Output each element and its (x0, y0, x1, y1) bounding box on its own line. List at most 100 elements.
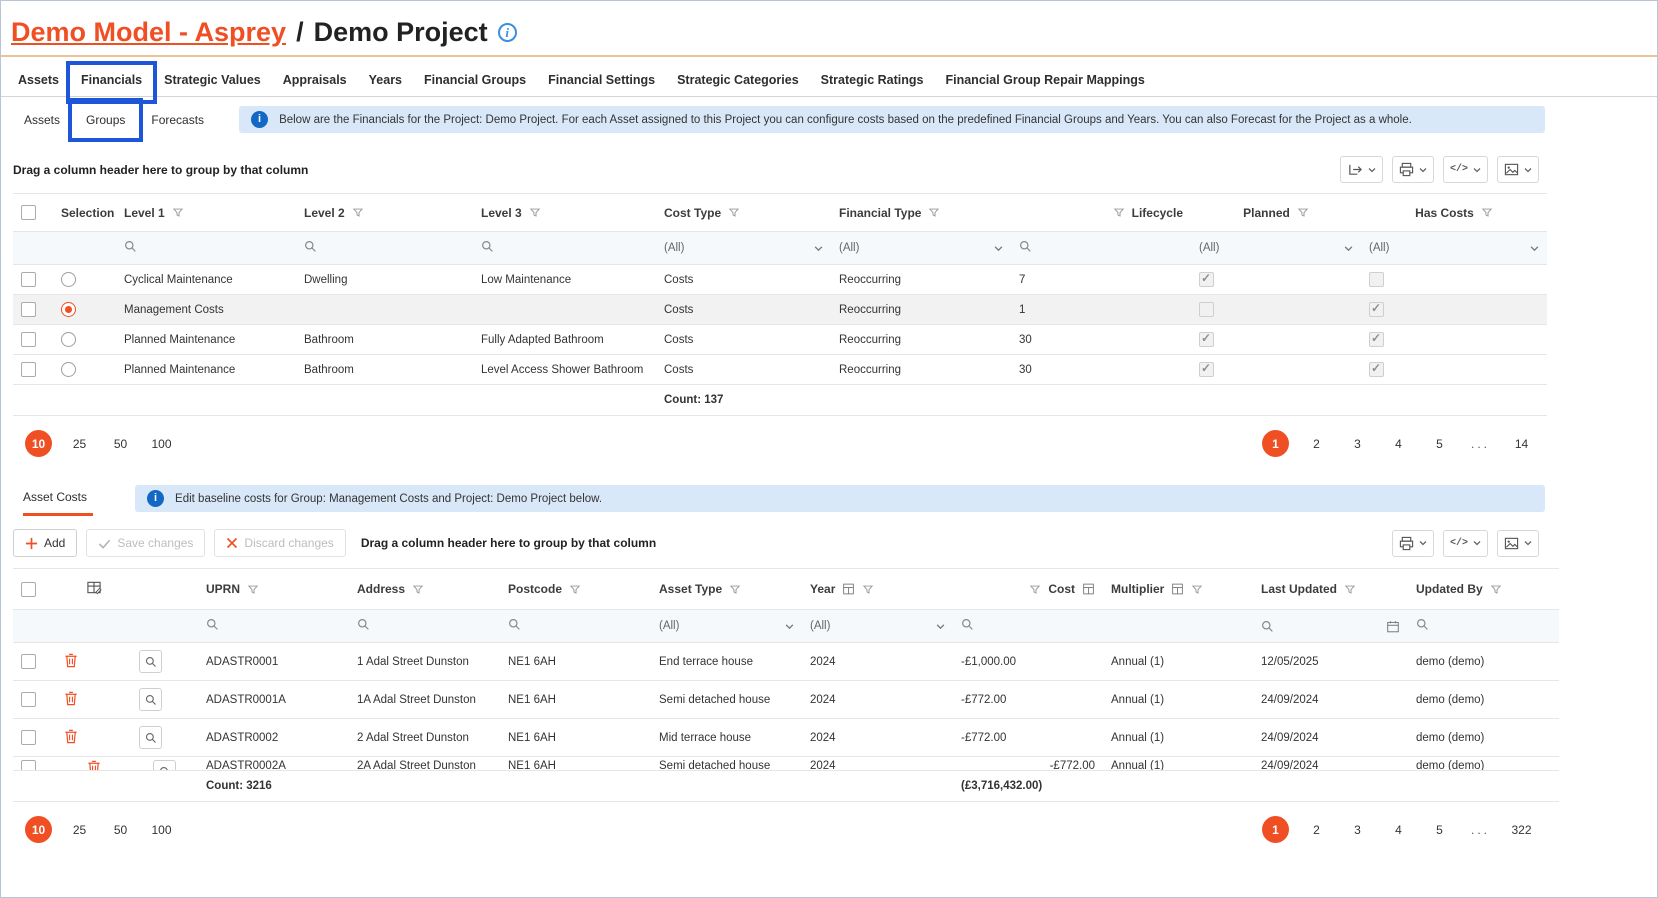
row-checkbox[interactable] (21, 272, 36, 287)
selection-radio[interactable] (61, 332, 76, 347)
tab-years[interactable]: Years (358, 67, 413, 96)
cell-cost[interactable]: -£772.00 (961, 757, 1095, 770)
row-checkbox[interactable] (21, 362, 36, 377)
print-button[interactable] (1392, 530, 1434, 557)
year-filter-select[interactable]: (All) (802, 610, 953, 643)
model-breadcrumb-link[interactable]: Demo Model - Asprey (11, 17, 286, 48)
page-number[interactable]: 3 (1344, 816, 1371, 843)
filter-icon[interactable] (172, 207, 184, 218)
filter-icon[interactable] (247, 584, 259, 595)
subtab-assets[interactable]: Assets (11, 107, 73, 133)
select-all-checkbox[interactable] (21, 205, 36, 220)
updated-by-filter-input[interactable] (1408, 610, 1559, 643)
filter-icon[interactable] (412, 584, 424, 595)
tab-financials[interactable]: Financials (70, 67, 153, 96)
batch-edit-grid-icon[interactable] (86, 580, 102, 595)
col-postcode[interactable]: Postcode (500, 569, 651, 610)
filter-icon[interactable] (569, 584, 581, 595)
row-detail-search-button[interactable] (153, 760, 176, 770)
col-updated-by[interactable]: Updated By (1408, 569, 1559, 610)
tab-appraisals[interactable]: Appraisals (272, 67, 358, 96)
project-info-icon[interactable] (498, 23, 517, 42)
cell-multiplier[interactable]: Annual (1) (1103, 719, 1253, 757)
level2-filter-input[interactable] (296, 232, 473, 265)
cell-cost[interactable]: -£772.00 (953, 719, 1103, 757)
tab-assets[interactable]: Assets (7, 67, 70, 96)
col-level2[interactable]: Level 2 (296, 194, 473, 232)
save-changes-button[interactable]: Save changes (86, 529, 205, 557)
planned-checkbox[interactable] (1199, 302, 1214, 317)
filter-icon[interactable] (728, 207, 740, 218)
page-number[interactable]: 4 (1385, 430, 1412, 457)
page-number[interactable]: 5 (1426, 816, 1453, 843)
export-data-button[interactable] (1340, 156, 1383, 183)
delete-row-button[interactable] (64, 729, 78, 744)
financial-type-filter-select[interactable]: (All) (831, 232, 1011, 265)
page-number[interactable]: 1 (1262, 816, 1289, 843)
page-number[interactable]: 2 (1303, 816, 1330, 843)
col-financial-type[interactable]: Financial Type (831, 194, 1011, 232)
col-asset-type[interactable]: Asset Type (651, 569, 802, 610)
row-checkbox[interactable] (21, 302, 36, 317)
page-size-10[interactable]: 10 (25, 816, 52, 843)
multiplier-filter-cell[interactable] (1103, 610, 1253, 643)
planned-filter-select[interactable]: (All) (1191, 232, 1361, 265)
cell-cost[interactable]: -£772.00 (953, 681, 1103, 719)
filter-icon[interactable] (1113, 207, 1125, 218)
page-size-25[interactable]: 25 (66, 816, 93, 843)
row-detail-search-button[interactable] (139, 688, 162, 711)
page-size-100[interactable]: 100 (148, 816, 175, 843)
asset-type-filter-select[interactable]: (All) (651, 610, 802, 643)
selection-radio[interactable] (61, 272, 76, 287)
filter-icon[interactable] (1481, 207, 1493, 218)
trash-icon[interactable] (87, 760, 101, 770)
page-number[interactable]: 3 (1344, 430, 1371, 457)
row-detail-search-button[interactable] (139, 726, 162, 749)
selection-radio[interactable] (61, 362, 76, 377)
has-costs-checkbox[interactable] (1369, 272, 1384, 287)
level3-filter-input[interactable] (473, 232, 656, 265)
print-button[interactable] (1392, 156, 1434, 183)
col-address[interactable]: Address (349, 569, 500, 610)
page-size-50[interactable]: 50 (107, 816, 134, 843)
level1-filter-input[interactable] (116, 232, 296, 265)
page-number-last[interactable]: 322 (1508, 816, 1535, 843)
tab-strategic-ratings[interactable]: Strategic Ratings (810, 67, 935, 96)
tab-asset-costs[interactable]: Asset Costs (23, 485, 93, 516)
col-cost-type[interactable]: Cost Type (656, 194, 831, 232)
export-code-button[interactable]: </> (1443, 530, 1488, 557)
row-checkbox[interactable] (21, 654, 36, 669)
last-updated-filter-input[interactable] (1253, 610, 1408, 643)
cell-multiplier[interactable]: Annual (1) (1103, 643, 1253, 681)
col-cost[interactable]: Cost (953, 569, 1103, 610)
tab-financial-groups[interactable]: Financial Groups (413, 67, 537, 96)
has-costs-filter-select[interactable]: (All) (1361, 232, 1547, 265)
planned-checkbox[interactable] (1199, 272, 1214, 287)
row-checkbox[interactable] (21, 692, 36, 707)
cell-cost[interactable]: -£1,000.00 (953, 643, 1103, 681)
page-number[interactable]: 5 (1426, 430, 1453, 457)
summary-grid-icon[interactable] (1171, 583, 1184, 595)
planned-checkbox[interactable] (1199, 332, 1214, 347)
export-image-button[interactable] (1497, 530, 1539, 557)
col-uprn[interactable]: UPRN (198, 569, 349, 610)
page-size-10[interactable]: 10 (25, 430, 52, 457)
lifecycle-filter-input[interactable] (1011, 232, 1191, 265)
calendar-icon[interactable] (1386, 620, 1400, 633)
page-number[interactable]: 4 (1385, 816, 1412, 843)
filter-icon[interactable] (1344, 584, 1356, 595)
tab-financial-settings[interactable]: Financial Settings (537, 67, 666, 96)
summary-grid-icon[interactable] (842, 583, 855, 595)
discard-changes-button[interactable]: Discard changes (214, 529, 345, 557)
export-code-button[interactable]: </> (1443, 156, 1488, 183)
cell-multiplier[interactable]: Annual (1) (1111, 757, 1245, 770)
col-multiplier[interactable]: Multiplier (1103, 569, 1253, 610)
has-costs-checkbox[interactable] (1369, 362, 1384, 377)
tab-strategic-values[interactable]: Strategic Values (153, 67, 272, 96)
uprn-filter-input[interactable] (198, 610, 349, 643)
cost-filter-input[interactable] (953, 610, 1103, 643)
filter-icon[interactable] (1297, 207, 1309, 218)
page-size-100[interactable]: 100 (148, 430, 175, 457)
subtab-groups[interactable]: Groups (73, 107, 138, 133)
col-level1[interactable]: Level 1 (116, 194, 296, 232)
